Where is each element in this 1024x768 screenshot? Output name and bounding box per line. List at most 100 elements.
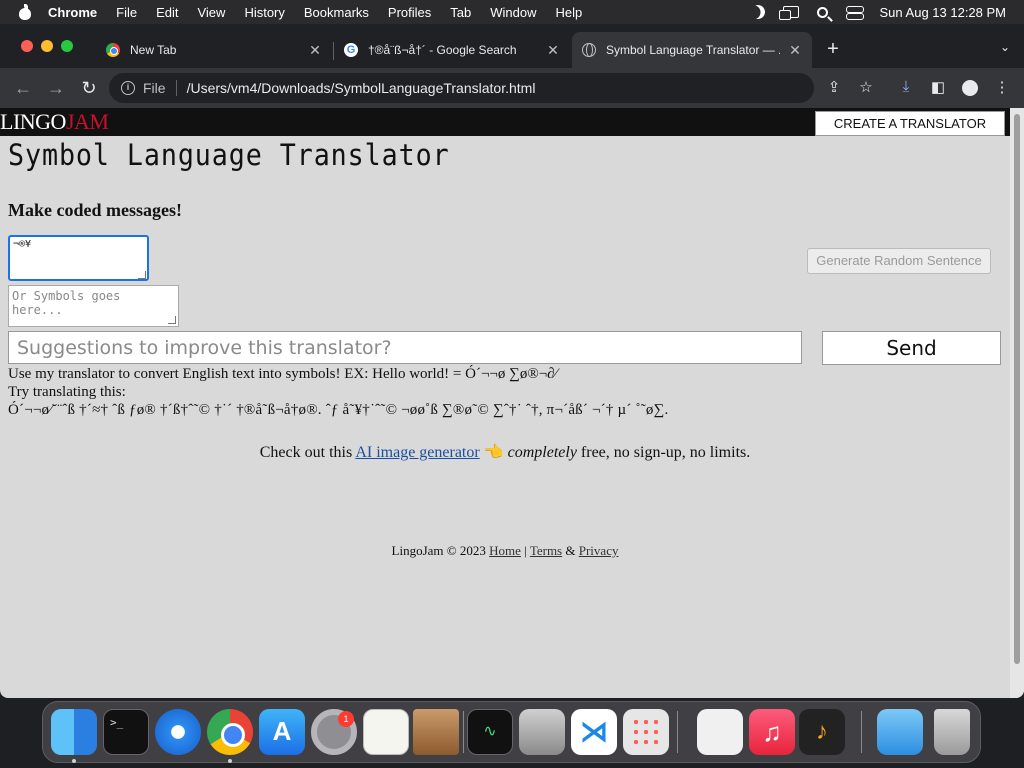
address-url[interactable]: /Users/vm4/Downloads/SymbolLanguageTrans… xyxy=(187,80,536,96)
trash-icon[interactable] xyxy=(934,709,970,755)
activity-monitor-icon[interactable]: ∿ xyxy=(467,709,513,755)
menu-view[interactable]: View xyxy=(197,5,225,20)
address-bar[interactable]: i File /Users/vm4/Downloads/SymbolLangua… xyxy=(109,73,814,103)
music-icon[interactable]: ♫ xyxy=(749,709,795,755)
window-controls xyxy=(21,40,73,52)
running-indicator xyxy=(228,759,232,763)
safari-icon[interactable] xyxy=(155,709,201,755)
send-button[interactable]: Send xyxy=(822,331,1001,365)
chrome-menu-kebab-icon[interactable]: ⋮ xyxy=(992,78,1012,96)
menu-tab[interactable]: Tab xyxy=(450,5,471,20)
page-scrollbar[interactable] xyxy=(1010,108,1024,698)
archive-utility-icon[interactable] xyxy=(413,709,459,755)
fullscreen-window-button[interactable] xyxy=(61,40,73,52)
tab-new-tab[interactable]: New Tab ✕ xyxy=(96,32,332,68)
menu-history[interactable]: History xyxy=(244,5,284,20)
footer-privacy-link[interactable]: Privacy xyxy=(579,543,619,558)
migration-assistant-icon[interactable] xyxy=(519,709,565,755)
browser-toolbar: ← → ↻ i File /Users/vm4/Downloads/Symbol… xyxy=(0,68,1024,108)
close-tab-icon[interactable]: ✕ xyxy=(788,42,802,59)
description-text: Use my translator to convert English tex… xyxy=(8,366,558,382)
resize-handle-icon[interactable] xyxy=(168,316,176,324)
dock-separator xyxy=(677,711,678,753)
tab-title: †®å¨ß¬å†´ - Google Search xyxy=(368,43,517,57)
back-arrow-icon[interactable]: ← xyxy=(8,73,38,103)
reload-icon[interactable]: ↻ xyxy=(74,73,104,103)
address-scheme-label: File xyxy=(143,80,166,96)
tab-search-chevron-icon[interactable]: ⌄ xyxy=(1000,40,1010,54)
promo-suffix: free, no sign-up, no limits. xyxy=(580,444,751,461)
google-icon: G xyxy=(344,43,358,57)
close-tab-icon[interactable]: ✕ xyxy=(546,42,560,59)
chrome-icon xyxy=(106,43,120,57)
menu-window[interactable]: Window xyxy=(490,5,536,20)
launchpad-icon[interactable] xyxy=(623,709,669,755)
menu-edit[interactable]: Edit xyxy=(156,5,178,20)
system-settings-icon[interactable]: 1 xyxy=(311,709,357,755)
tab-title: New Tab xyxy=(130,43,177,57)
close-window-button[interactable] xyxy=(21,40,33,52)
generate-random-sentence-button[interactable]: Generate Random Sentence xyxy=(807,248,991,274)
chrome-icon[interactable] xyxy=(207,709,253,755)
profile-avatar-icon[interactable] xyxy=(960,80,980,100)
footer-terms-link[interactable]: Terms xyxy=(530,543,562,558)
create-translator-button[interactable]: CREATE A TRANSLATOR xyxy=(815,111,1005,136)
notification-badge: 1 xyxy=(338,711,354,727)
tab-symbol-translator[interactable]: Symbol Language Translator — ... ✕ xyxy=(572,32,812,68)
page-title: Symbol Language Translator xyxy=(8,138,450,172)
suggestions-input[interactable] xyxy=(8,331,802,364)
minimize-window-button[interactable] xyxy=(41,40,53,52)
pointing-hand-emoji: 👈 xyxy=(483,444,504,461)
footer-copyright: LingoJam © 2023 xyxy=(391,543,486,558)
garageband-icon[interactable]: ♪ xyxy=(799,709,845,755)
textedit-icon[interactable] xyxy=(363,709,409,755)
macos-dock: >_ A 1 ∿ ⋊ ♫ ♪ xyxy=(42,701,981,763)
ai-image-generator-link[interactable]: AI image generator xyxy=(355,444,479,461)
vscode-icon[interactable]: ⋊ xyxy=(571,709,617,755)
spotlight-search-icon[interactable] xyxy=(816,6,828,18)
lingojam-logo[interactable]: LINGOJAM xyxy=(0,109,109,135)
symbols-output-textarea[interactable] xyxy=(8,285,179,327)
system-information-icon[interactable] xyxy=(697,709,743,755)
footer-home-link[interactable]: Home xyxy=(489,543,521,558)
logo-jam: JAM xyxy=(65,109,109,134)
bookmark-star-icon[interactable]: ☆ xyxy=(856,78,876,96)
tab-google-search[interactable]: G †®å¨ß¬å†´ - Google Search ✕ xyxy=(334,32,570,68)
menu-bar-clock[interactable]: Sun Aug 13 12:28 PM xyxy=(880,5,1006,20)
share-icon[interactable]: ⇪ xyxy=(824,78,844,96)
menu-profiles[interactable]: Profiles xyxy=(388,5,431,20)
resize-handle-icon[interactable] xyxy=(138,271,146,279)
try-translating-label: Try translating this: xyxy=(8,384,126,400)
globe-icon xyxy=(582,43,596,57)
page-subtitle: Make coded messages! xyxy=(8,200,182,220)
finder-icon[interactable] xyxy=(51,709,97,755)
menu-app-chrome[interactable]: Chrome xyxy=(48,5,97,20)
menu-file[interactable]: File xyxy=(116,5,137,20)
download-icon[interactable]: ⤓ xyxy=(896,78,916,95)
site-info-icon[interactable]: i xyxy=(121,81,135,95)
page-viewport: LINGOJAM CREATE A TRANSLATOR Symbol Lang… xyxy=(0,108,1024,698)
english-text-input[interactable] xyxy=(8,235,149,281)
app-store-icon[interactable]: A xyxy=(259,709,305,755)
promo-line: Check out this AI image generator 👈 comp… xyxy=(0,442,1010,462)
scrollbar-thumb[interactable] xyxy=(1014,114,1020,664)
running-indicator xyxy=(72,759,76,763)
screen-mirroring-icon[interactable] xyxy=(778,6,799,20)
downloads-folder-icon[interactable] xyxy=(877,709,923,755)
macos-menu-bar: Chrome File Edit View History Bookmarks … xyxy=(0,0,1024,24)
terminal-icon[interactable]: >_ xyxy=(103,709,149,755)
control-center-icon[interactable] xyxy=(845,6,864,20)
dock-separator xyxy=(861,711,862,753)
menu-bookmarks[interactable]: Bookmarks xyxy=(304,5,369,20)
focus-moon-icon[interactable] xyxy=(748,2,767,21)
side-panel-icon[interactable]: ◧ xyxy=(928,78,948,96)
menu-help[interactable]: Help xyxy=(556,5,583,20)
tab-strip: New Tab ✕ G †®å¨ß¬å†´ - Google Search ✕ … xyxy=(0,24,1024,68)
close-tab-icon[interactable]: ✕ xyxy=(308,42,322,59)
new-tab-plus-icon[interactable]: + xyxy=(822,38,844,60)
lingojam-header: LINGOJAM CREATE A TRANSLATOR xyxy=(0,108,1010,136)
apple-icon[interactable] xyxy=(18,4,32,20)
forward-arrow-icon[interactable]: → xyxy=(41,73,71,103)
menu-bar-status-area: Sun Aug 13 12:28 PM xyxy=(751,5,1006,20)
address-divider xyxy=(175,80,177,96)
